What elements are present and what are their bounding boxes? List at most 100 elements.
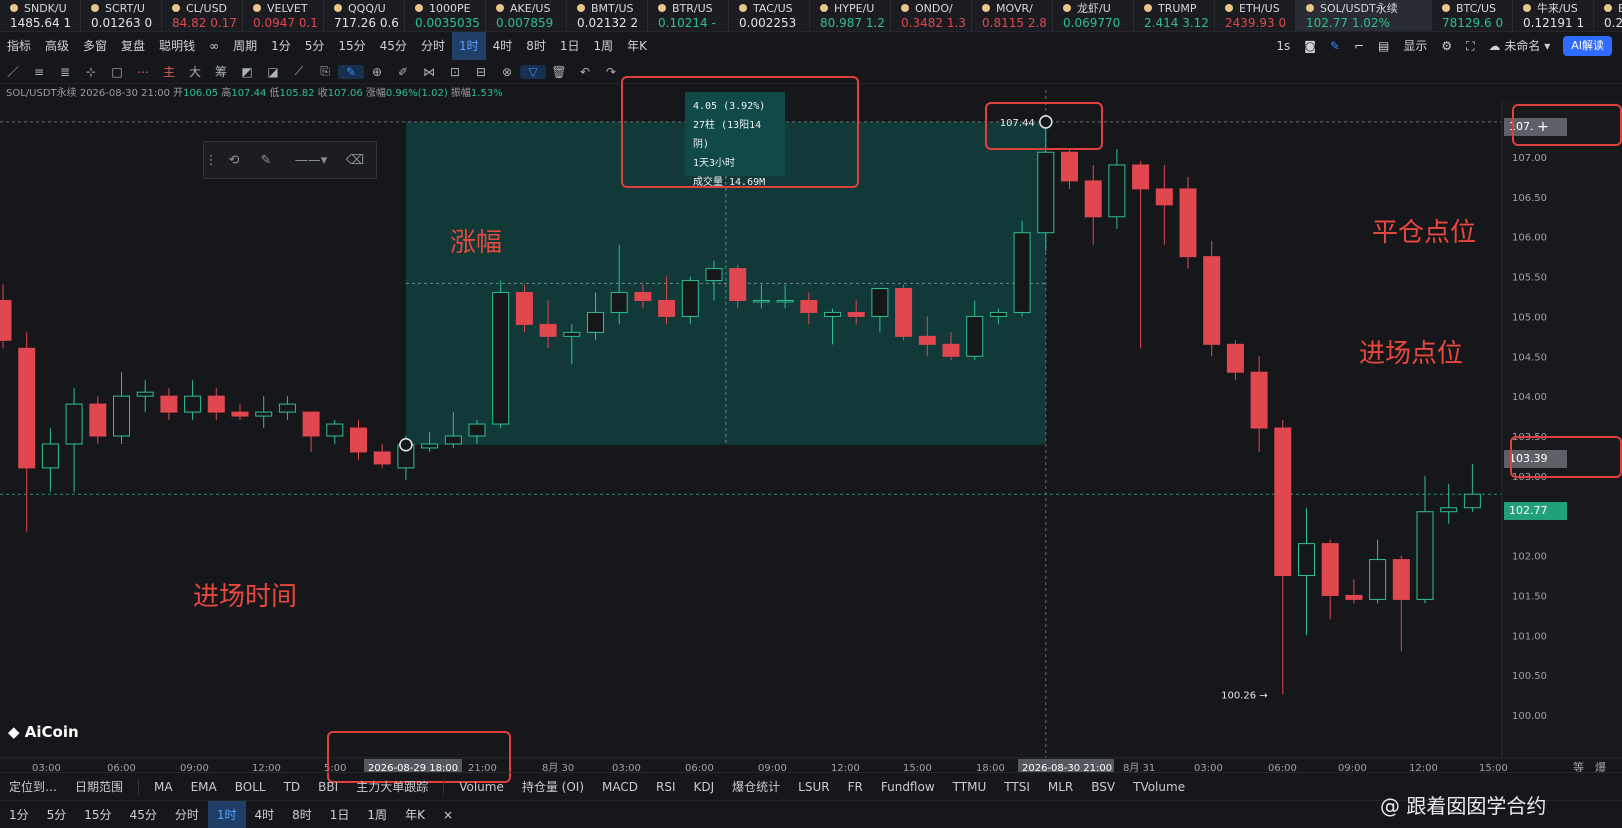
candle-body [681,280,699,317]
candle[interactable] [1392,555,1410,652]
candle-body [1084,180,1102,218]
period-button[interactable]: 1时 [207,800,246,828]
sub-indicator-tab[interactable]: Volume [450,780,513,794]
sub-indicator-tab[interactable]: 持仓量 (OI) [513,778,593,795]
candle-body [610,292,628,313]
candle[interactable] [1274,420,1292,695]
candle[interactable] [113,372,130,444]
sub-indicator-tab[interactable]: KDJ [685,780,724,794]
candle-body [1392,559,1410,600]
x-tick-label: 15:00 [903,763,932,772]
period-button[interactable]: × [434,801,462,828]
candle[interactable] [1013,220,1031,317]
sub-indicator-tab[interactable]: TTMU [944,780,996,794]
candle[interactable] [1108,149,1126,229]
candle[interactable] [1155,164,1173,245]
floating-draw-toolbar[interactable]: ⋮ ⟲ ✎ ——▾ ⌫ [203,141,377,179]
edit-icon[interactable]: ✎ [250,153,282,168]
candle[interactable] [0,284,12,349]
period-button[interactable]: 8时 [283,801,321,828]
main-indicator-tab[interactable]: BBI [309,780,347,794]
candle-body [563,331,581,337]
candle[interactable] [373,443,391,468]
period-button[interactable]: 分时 [166,801,208,828]
sub-indicator-tab[interactable]: TTSI [995,780,1039,794]
period-button[interactable]: 1日 [321,801,359,828]
sub-indicator-tab[interactable]: LSUR [789,780,838,794]
main-indicator-tab[interactable]: MA [145,780,182,794]
candle[interactable] [895,284,913,341]
x-tick-label: 09:00 [180,763,209,772]
candle[interactable] [1084,164,1102,245]
period-button[interactable]: 5分 [38,801,76,828]
entry-point-marker[interactable] [399,438,413,452]
sub-indicator-tab[interactable]: RSI [647,780,685,794]
drag-handle-icon[interactable]: ⋮ [204,153,218,168]
candle[interactable] [492,280,510,429]
candle-body [492,292,510,425]
sub-indicator-tab[interactable]: Fundflow [872,780,944,794]
period-button[interactable]: 1周 [358,801,396,828]
candle[interactable] [184,380,202,421]
candle[interactable] [1463,463,1481,512]
candle[interactable] [278,396,296,421]
sub-indicator-tab[interactable]: 爆仓统计 [723,778,789,795]
x-tick-label: 15:00 [1479,763,1508,772]
datebar-control[interactable]: 定位到… [0,778,66,795]
candle[interactable] [302,411,320,452]
candle[interactable] [1203,240,1221,357]
candle[interactable] [350,420,367,460]
candle[interactable] [136,380,154,413]
line-style-select[interactable]: ——▾ [282,153,340,168]
period-button[interactable]: 4时 [246,801,284,828]
candle-body [1226,343,1244,373]
candle[interactable] [1061,149,1078,189]
candle[interactable] [1132,160,1150,349]
axis-extra-label[interactable]: 等 [1573,760,1584,772]
candle[interactable] [1250,356,1268,452]
candle[interactable] [1226,340,1244,381]
delete-icon[interactable]: ⌫ [340,153,370,168]
candle-body [847,311,865,317]
candle[interactable] [255,396,273,429]
main-indicator-tab[interactable]: EMA [182,780,226,794]
main-indicator-tab[interactable]: TD [275,780,310,794]
magnet-icon[interactable]: ⟲ [218,153,250,168]
y-tick-label: 104.00 [1512,392,1547,403]
period-button[interactable]: 年K [396,801,434,828]
candle[interactable] [1298,507,1315,636]
candle[interactable] [65,388,83,492]
candle[interactable] [231,404,249,421]
candle[interactable] [41,428,59,492]
sub-indicator-tab[interactable]: FR [839,780,872,794]
candle[interactable] [160,388,178,421]
watermark: @ 跟着囡囡学合约 [1380,794,1547,818]
x-tick-label: 06:00 [107,763,136,772]
sub-indicator-tab[interactable]: BSV [1082,780,1124,794]
main-indicator-tab[interactable]: BOLL [226,780,275,794]
candle[interactable] [326,420,344,444]
candle[interactable] [89,396,107,444]
candle[interactable] [1440,483,1458,524]
datebar-control[interactable]: 日期范围 [66,778,132,795]
candle[interactable] [1416,475,1434,604]
sub-indicator-tab[interactable]: MLR [1039,780,1082,794]
period-button[interactable]: 1分 [0,801,38,828]
candle[interactable] [207,388,225,421]
candle-body [0,299,12,341]
candle[interactable] [1321,539,1339,620]
candle-body [918,335,936,345]
sub-indicator-tab[interactable]: TVolume [1124,780,1194,794]
period-button[interactable]: 15分 [75,801,120,828]
candle-body [587,311,604,333]
y-tick-label: 101.50 [1512,591,1547,602]
candle[interactable] [1345,579,1363,604]
candle[interactable] [1179,176,1197,269]
main-indicator-tab[interactable]: 主力大单跟踪 [347,778,437,795]
candle[interactable] [18,332,36,532]
candle[interactable] [1369,539,1387,604]
axis-extra-label[interactable]: 爆 [1595,760,1606,772]
candle-body [1345,594,1363,600]
period-button[interactable]: 45分 [121,801,166,828]
sub-indicator-tab[interactable]: MACD [593,780,647,794]
